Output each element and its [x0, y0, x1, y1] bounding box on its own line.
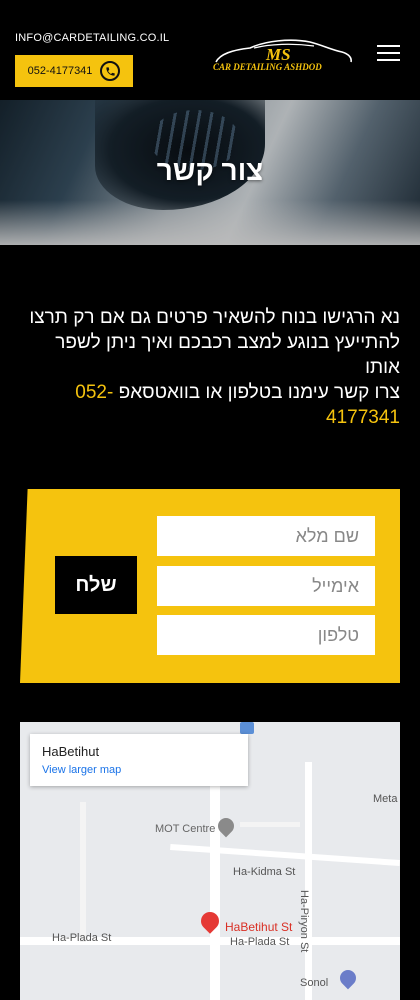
- email-link[interactable]: INFO@CARDETAILING.CO.IL: [15, 32, 169, 44]
- name-field[interactable]: שם מלא: [157, 516, 375, 556]
- map-label-sonol: Sonol: [300, 977, 329, 989]
- email-field[interactable]: אימייל: [157, 566, 375, 606]
- phone-icon: [100, 61, 121, 81]
- hero-banner: צור קשר: [0, 100, 420, 245]
- phone-field[interactable]: טלפון: [157, 615, 375, 655]
- intro-text: נא הרגישו בנוח להשאיר פרטים גם אם רק תרצ…: [20, 305, 400, 430]
- map-place-title: HaBetihut: [42, 744, 100, 759]
- intro-paragraph: נא הרגישו בנוח להשאיר פרטים גם אם רק תרצ…: [29, 307, 400, 378]
- map-label-meta: Meta: [373, 793, 398, 805]
- larger-map-link[interactable]: View larger map: [42, 764, 121, 776]
- map-road: [210, 752, 220, 1000]
- submit-button[interactable]: שלח: [55, 556, 137, 614]
- logo-text: CAR DETAILING ASHDOD: [213, 62, 322, 72]
- map-road: [305, 762, 312, 1000]
- phone-button[interactable]: 052-4177341: [15, 55, 133, 87]
- map-label-plada-2: Ha-Plada St: [230, 936, 290, 948]
- intro-cta-text: צרו קשר עימנו בטלפון או בוואטסאפ: [118, 382, 400, 403]
- map-road: [170, 843, 400, 867]
- map-label-habetihut: HaBetihut St: [225, 920, 293, 934]
- map-label-plada-1: Ha-Plada St: [52, 932, 112, 944]
- map-label-mot: MOT Centre: [155, 823, 216, 835]
- menu-icon[interactable]: [377, 45, 400, 63]
- transit-icon: [240, 722, 254, 734]
- map-road: [80, 802, 86, 942]
- site-header: INFO@CARDETAILING.CO.IL 052-4177341 MS C…: [0, 0, 420, 100]
- site-logo[interactable]: MS CAR DETAILING ASHDOD: [210, 36, 355, 76]
- map-label-piryon: Ha-Piryon St: [298, 890, 310, 953]
- map-road: [240, 822, 300, 827]
- map-info-card: HaBetihut View larger map: [30, 734, 248, 786]
- intro-cta: צרו קשר עימנו בטלפון או בוואטסאפ 052-417…: [20, 380, 400, 430]
- phone-number: 052-4177341: [27, 65, 93, 77]
- map-label-kidma: Ha-Kidma St: [233, 866, 296, 878]
- page-title: צור קשר: [156, 155, 264, 186]
